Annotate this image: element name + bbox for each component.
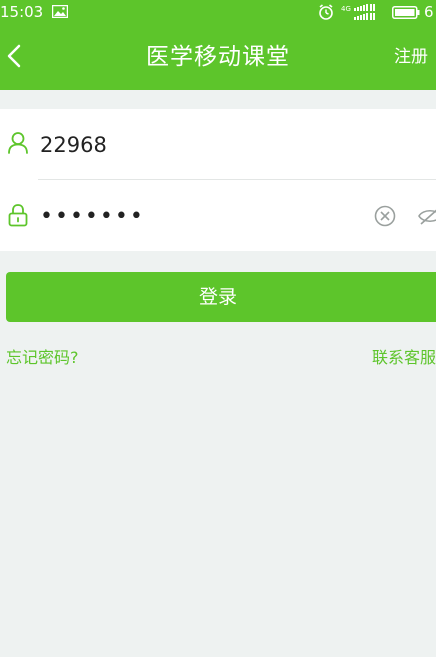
alarm-clock-icon <box>319 4 333 20</box>
eye-hidden-icon[interactable] <box>418 206 436 226</box>
battery-icon <box>392 6 420 19</box>
contact-service-link[interactable]: 联系客服 <box>372 344 436 368</box>
status-bar: 15:03 4G 6 <box>0 0 436 24</box>
user-icon <box>8 132 28 154</box>
login-form <box>0 109 436 251</box>
register-button[interactable]: 注册 <box>394 24 428 90</box>
status-time: 15:03 <box>0 3 44 21</box>
username-input[interactable] <box>40 127 360 163</box>
page-title: 医学移动课堂 <box>146 44 290 70</box>
lock-icon <box>8 204 28 227</box>
top-navigation-bar: 医学移动课堂 注册 <box>0 24 436 90</box>
password-input[interactable] <box>40 198 360 234</box>
password-row <box>0 180 436 251</box>
image-notification-icon <box>52 5 68 18</box>
battery-percentage: 6 <box>424 3 434 21</box>
network-label: 4G <box>341 5 351 13</box>
clear-icon[interactable] <box>374 205 396 227</box>
username-row <box>0 109 436 180</box>
forgot-password-link[interactable]: 忘记密码? <box>6 344 79 368</box>
login-button[interactable]: 登录 <box>6 272 436 322</box>
signal-strength-icon: 4G <box>341 4 375 20</box>
